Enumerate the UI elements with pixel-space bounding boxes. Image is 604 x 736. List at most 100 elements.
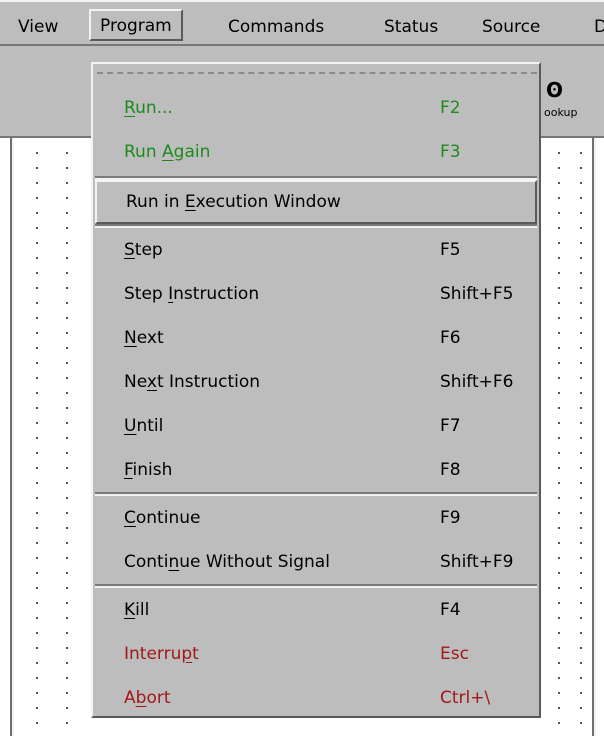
grid-dot (66, 332, 68, 334)
menu-item-run-again[interactable]: Run Again F3 (93, 130, 539, 174)
grid-dot (36, 617, 38, 619)
grid-dot (580, 482, 582, 484)
menu-item-shortcut: F3 (440, 142, 461, 162)
menu-item-shortcut: Shift+F9 (440, 552, 514, 572)
grid-dot (66, 452, 68, 454)
grid-dot (580, 362, 582, 364)
menu-source[interactable]: Source (482, 13, 540, 41)
grid-dot (558, 512, 560, 514)
grid-dot (558, 542, 560, 544)
lookup-label: ookup (544, 106, 578, 119)
grid-dot (36, 152, 38, 154)
grid-dot (558, 452, 560, 454)
menu-item-finish[interactable]: Finish F8 (93, 448, 539, 492)
grid-dot (558, 632, 560, 634)
menu-item-label: Next Instruction (124, 372, 261, 392)
tearoff-line[interactable] (97, 72, 537, 74)
menubar: View Program Commands Status Source D (0, 0, 604, 46)
grid-dot (66, 437, 68, 439)
grid-dot (66, 587, 68, 589)
grid-dot (66, 242, 68, 244)
grid-dot (66, 482, 68, 484)
menu-program[interactable]: Program (89, 9, 183, 41)
grid-dot (580, 437, 582, 439)
grid-dot (558, 197, 560, 199)
grid-dot (36, 527, 38, 529)
grid-dot (36, 452, 38, 454)
grid-dot (36, 362, 38, 364)
menu-item-kill[interactable]: Kill F4 (93, 588, 539, 632)
grid-dot (558, 377, 560, 379)
grid-dot (66, 707, 68, 709)
grid-dot (66, 722, 68, 724)
grid-dot (66, 572, 68, 574)
grid-dot (558, 287, 560, 289)
menu-item-next-instruction[interactable]: Next Instruction Shift+F6 (93, 360, 539, 404)
grid-dot (36, 512, 38, 514)
grid-dot (66, 392, 68, 394)
menu-commands[interactable]: Commands (228, 13, 324, 41)
grid-dot (558, 572, 560, 574)
grid-dot (580, 302, 582, 304)
menu-item-continue-without-signal[interactable]: Continue Without Signal Shift+F9 (93, 540, 539, 584)
grid-dot (66, 617, 68, 619)
grid-dot (558, 482, 560, 484)
menu-item-until[interactable]: Until F7 (93, 404, 539, 448)
grid-dot (558, 587, 560, 589)
grid-dot (36, 182, 38, 184)
menu-item-label: Run in Execution Window (126, 192, 341, 212)
grid-dot (558, 692, 560, 694)
menu-status[interactable]: Status (384, 13, 438, 41)
grid-dot (36, 377, 38, 379)
grid-dot (558, 152, 560, 154)
menu-item-shortcut: Shift+F6 (440, 372, 514, 392)
grid-dot (36, 647, 38, 649)
grid-dot (558, 527, 560, 529)
grid-dot (66, 662, 68, 664)
menu-item-step[interactable]: Step F5 (93, 228, 539, 272)
grid-dot (558, 272, 560, 274)
grid-dot (580, 287, 582, 289)
grid-dot (66, 347, 68, 349)
menu-item-next[interactable]: Next F6 (93, 316, 539, 360)
grid-dot (66, 227, 68, 229)
grid-dot (36, 587, 38, 589)
grid-dot (36, 662, 38, 664)
grid-dot (66, 407, 68, 409)
grid-dot (580, 152, 582, 154)
grid-dot (558, 707, 560, 709)
grid-dot (580, 332, 582, 334)
menu-data[interactable]: D (594, 13, 604, 41)
grid-dot (36, 557, 38, 559)
menu-item-interrupt[interactable]: Interrupt Esc (93, 632, 539, 676)
grid-dot (66, 377, 68, 379)
grid-dot (580, 392, 582, 394)
menu-item-run-in-execution-window[interactable]: Run in Execution Window (95, 180, 537, 224)
grid-dot (66, 512, 68, 514)
grid-dot (558, 407, 560, 409)
grid-dot (558, 347, 560, 349)
grid-dot (558, 722, 560, 724)
menu-item-run[interactable]: Run... F2 (93, 86, 539, 130)
menu-item-shortcut: F8 (440, 460, 461, 480)
menu-item-abort[interactable]: Abort Ctrl+\ (93, 676, 539, 720)
menu-view[interactable]: View (18, 13, 58, 41)
grid-dot (580, 557, 582, 559)
menu-item-label: Finish (124, 460, 173, 480)
grid-dot (580, 677, 582, 679)
grid-dot (580, 722, 582, 724)
grid-dot (558, 302, 560, 304)
menu-item-continue[interactable]: Continue F9 (93, 496, 539, 540)
grid-dot (580, 692, 582, 694)
grid-dot (66, 497, 68, 499)
grid-dot (580, 662, 582, 664)
grid-dot (580, 257, 582, 259)
menu-item-shortcut: F9 (440, 508, 461, 528)
grid-dot (36, 272, 38, 274)
grid-dot (36, 542, 38, 544)
lookup-button[interactable]: ʘ ookup (534, 80, 604, 124)
grid-dot (558, 497, 560, 499)
grid-dot (36, 392, 38, 394)
grid-dot (36, 227, 38, 229)
menu-item-step-instruction[interactable]: Step Instruction Shift+F5 (93, 272, 539, 316)
